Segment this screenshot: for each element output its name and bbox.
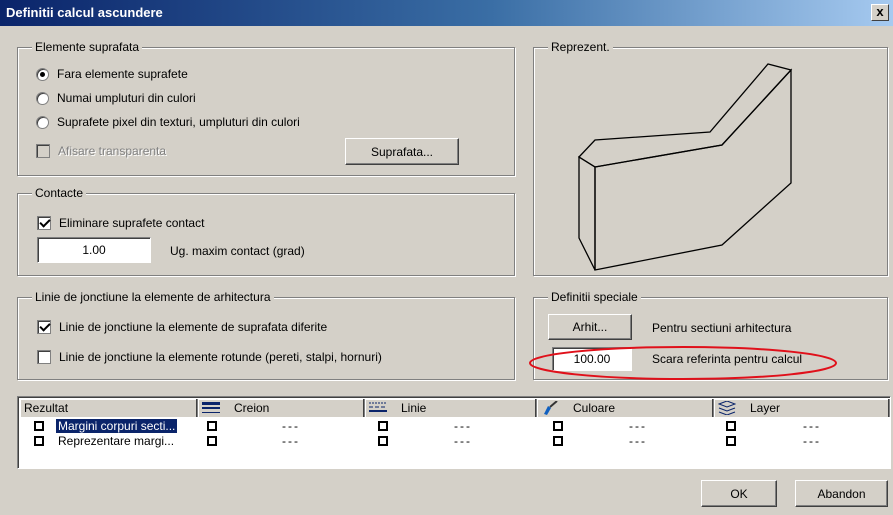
header-label: Culoare [573, 401, 616, 415]
surface-elements-title: Elemente suprafata [32, 40, 143, 54]
header-label: Linie [401, 401, 427, 415]
button-label: Arhit... [572, 320, 608, 334]
surface-elements-group: Elemente suprafata Fara elemente suprafe… [17, 40, 515, 176]
column-header-culoare[interactable]: Culoare [537, 399, 714, 417]
input-value: 100.00 [573, 352, 611, 366]
radio-label: Suprafete pixel din texturi, umpluturi d… [57, 115, 300, 129]
button-label: Suprafata... [370, 144, 434, 159]
checkbox-label: Linie de jonctiune la elemente rotunde (… [59, 350, 382, 364]
layer-checkbox[interactable] [726, 420, 736, 431]
button-label: Abandon [817, 486, 866, 501]
arhit-label: Pentru sectiuni arhitectura [652, 321, 792, 335]
junction-line-group: Linie de jonctiune la elemente de arhite… [17, 290, 515, 380]
header-label: Rezultat [24, 401, 69, 415]
creion-checkbox[interactable] [207, 435, 217, 446]
linie-checkbox[interactable] [378, 420, 388, 431]
checkbox-label: Afisare transparenta [58, 144, 167, 158]
creion-value: --- [282, 433, 300, 448]
result-table[interactable]: Rezultat Creion Linie Culoare Layer Marg… [17, 396, 891, 469]
remove-contacts-checkbox[interactable]: Eliminare suprafete contact [37, 216, 204, 230]
creion-checkbox[interactable] [207, 420, 217, 431]
culoare-value: --- [629, 433, 647, 448]
layers-icon [718, 401, 736, 415]
column-header-linie[interactable]: Linie [365, 399, 537, 417]
radio-no-surfaces[interactable]: Fara elemente suprafete [36, 67, 188, 81]
header-label: Creion [234, 401, 270, 415]
special-definitions-title: Definitii speciale [548, 290, 641, 304]
junction-round-checkbox[interactable]: Linie de jonctiune la elemente rotunde (… [37, 350, 382, 364]
junction-surface-checkbox[interactable]: Linie de jonctiune la elemente de supraf… [37, 320, 327, 334]
row-name: Margini corpuri secti... [56, 418, 178, 433]
radio-button[interactable] [36, 115, 49, 129]
max-angle-label: Ug. maxim contact (grad) [170, 244, 305, 258]
linie-checkbox[interactable] [378, 435, 388, 446]
surface-button[interactable]: Suprafata... [345, 138, 459, 165]
cancel-button[interactable]: Abandon [795, 480, 888, 507]
line-type-icon [369, 402, 387, 412]
row-checkbox[interactable] [34, 435, 44, 446]
row-name: Reprezentare margi... [58, 433, 175, 448]
creion-value: --- [282, 418, 300, 433]
culoare-value: --- [629, 418, 647, 433]
close-button[interactable]: x [871, 4, 889, 21]
input-value: 1.00 [82, 243, 106, 257]
scale-label: Scara referinta pentru calcul [652, 352, 803, 366]
junction-line-title: Linie de jonctiune la elemente de arhite… [32, 290, 274, 304]
scale-input[interactable]: 100.00 [552, 347, 632, 371]
checkbox[interactable] [37, 216, 51, 230]
close-icon: x [876, 4, 884, 19]
paint-brush-icon [544, 401, 558, 415]
layer-checkbox[interactable] [726, 435, 736, 446]
linie-value: --- [454, 433, 472, 448]
column-header-rezultat[interactable]: Rezultat [20, 399, 198, 417]
special-definitions-group: Definitii speciale Arhit... Pentru secti… [533, 290, 888, 380]
column-header-layer[interactable]: Layer [714, 399, 890, 417]
checkbox-label: Eliminare suprafete contact [59, 216, 205, 230]
radio-button[interactable] [36, 91, 49, 105]
radio-pixel-surfaces[interactable]: Suprafete pixel din texturi, umpluturi d… [36, 115, 300, 129]
checkbox[interactable] [37, 350, 51, 364]
ok-button[interactable]: OK [701, 480, 777, 507]
radio-label: Numai umpluturi din culori [57, 91, 196, 105]
row-checkbox[interactable] [34, 420, 44, 431]
linie-value: --- [454, 418, 472, 433]
max-angle-input[interactable]: 1.00 [37, 237, 151, 263]
contacts-group: Contacte Eliminare suprafete contact 1.0… [17, 186, 515, 276]
radio-label: Fara elemente suprafete [57, 67, 188, 81]
contacts-title: Contacte [32, 186, 87, 200]
title-bar: Definitii calcul ascundere x [0, 0, 893, 26]
transparency-checkbox: Afisare transparenta [36, 144, 166, 158]
layer-value: --- [803, 418, 821, 433]
preview-group: Reprezent. [533, 40, 888, 276]
culoare-checkbox[interactable] [553, 435, 563, 446]
preview-3d-shape [577, 63, 793, 271]
window-title: Definitii calcul ascundere [6, 5, 163, 20]
radio-color-fills[interactable]: Numai umpluturi din culori [36, 91, 196, 105]
radio-button[interactable] [36, 67, 49, 81]
checkbox-label: Linie de jonctiune la elemente de supraf… [59, 320, 328, 334]
header-label: Layer [750, 401, 781, 415]
pen-lines-icon [202, 402, 220, 413]
checkbox [36, 144, 50, 158]
column-header-creion[interactable]: Creion [198, 399, 365, 417]
table-header: Rezultat Creion Linie Culoare Layer [20, 399, 890, 417]
arhit-button[interactable]: Arhit... [548, 314, 632, 340]
button-label: OK [730, 486, 748, 501]
culoare-checkbox[interactable] [553, 420, 563, 431]
layer-value: --- [803, 433, 821, 448]
checkbox[interactable] [37, 320, 51, 334]
